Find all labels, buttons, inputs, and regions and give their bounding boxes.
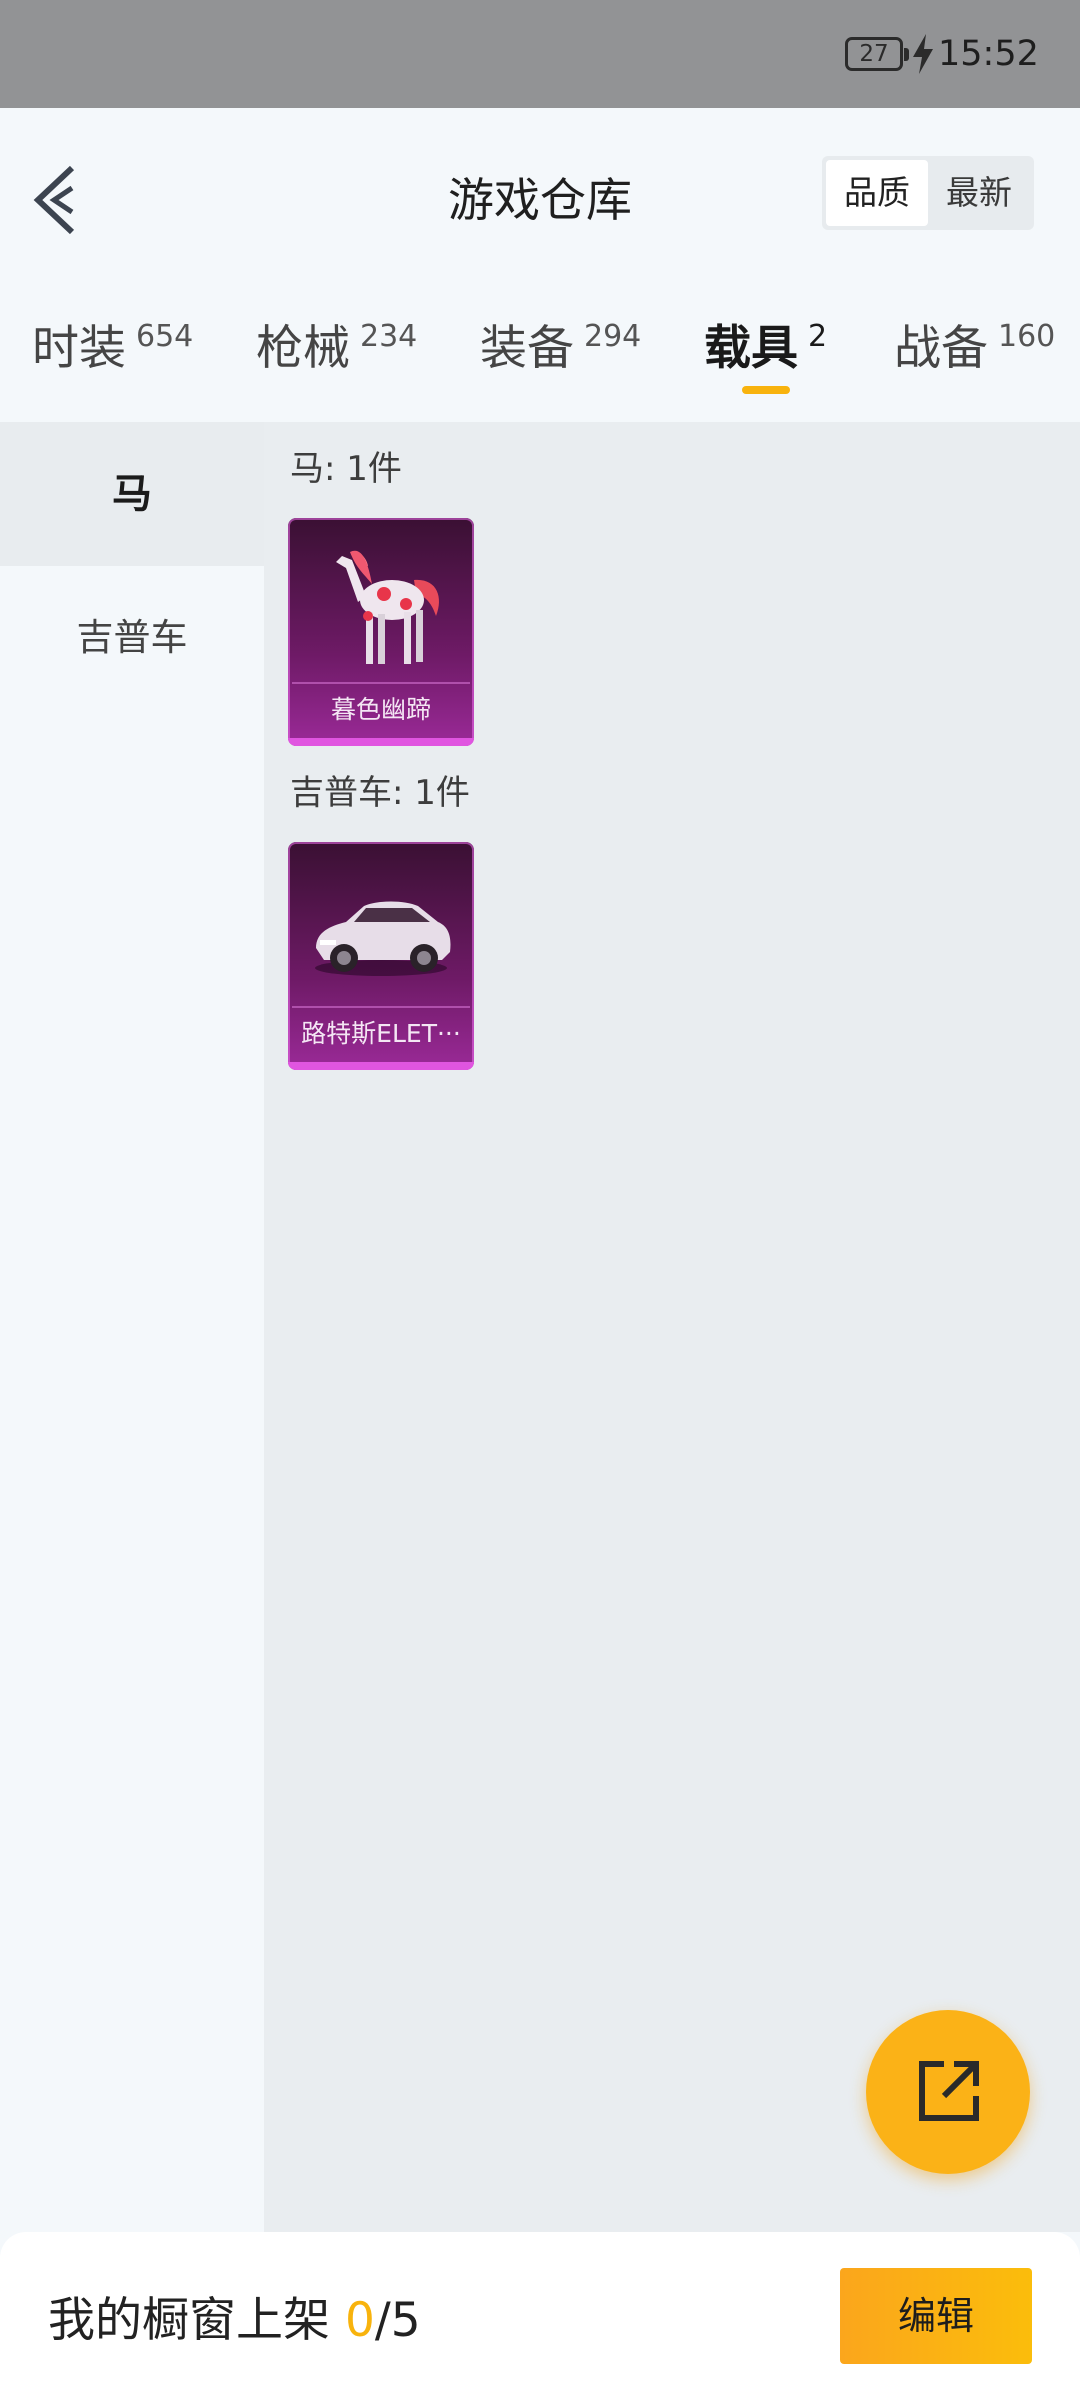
- tab-equipment[interactable]: 装备 294: [480, 304, 641, 394]
- charging-icon: [913, 34, 933, 74]
- sub-category-sidebar: 马 吉普车: [0, 422, 264, 2232]
- item-list: 马: 1件 暮色幽蹄 吉普车: 1件 路特斯ELET···: [264, 422, 1080, 2232]
- sidebar-item-horse[interactable]: 马: [0, 422, 264, 566]
- active-tab-indicator: [742, 386, 790, 394]
- showcase-bar: 我的橱窗上架 0/5 编辑: [0, 2232, 1080, 2400]
- tab-count: 234: [360, 319, 418, 354]
- card-divider: [292, 1006, 470, 1008]
- sort-toggle: 品质 最新: [822, 156, 1034, 230]
- tab-label: 枪械: [256, 321, 350, 376]
- status-bar: 27 15:52: [0, 0, 1080, 108]
- tab-fashion[interactable]: 时装 654: [32, 304, 193, 394]
- tab-count: 294: [584, 319, 642, 354]
- tab-count: 160: [998, 319, 1056, 354]
- showcase-label: 我的橱窗上架: [48, 2293, 330, 2348]
- tab-label: 时装: [32, 321, 126, 376]
- tab-label: 装备: [480, 321, 574, 376]
- card-divider: [292, 682, 470, 684]
- share-button[interactable]: [866, 2010, 1030, 2174]
- rarity-bar: [288, 1062, 474, 1070]
- tab-count: 2: [808, 319, 828, 354]
- battery-level: 27: [859, 41, 889, 67]
- rarity-bar: [288, 738, 474, 746]
- item-card-car[interactable]: 路特斯ELET···: [288, 842, 474, 1070]
- showcase-used-count: 0: [344, 2293, 375, 2348]
- horse-icon: [336, 550, 440, 664]
- car-icon: [315, 901, 451, 976]
- header: 游戏仓库 品质 最新 时装 654 枪械 234 装备 294 载具 2 战备 160: [0, 108, 1080, 420]
- sidebar-item-jeep[interactable]: 吉普车: [0, 566, 264, 710]
- tab-supplies[interactable]: 战备 160: [894, 304, 1055, 394]
- tab-vehicles[interactable]: 载具 2: [704, 304, 827, 394]
- section-title-jeep: 吉普车: 1件: [290, 773, 470, 813]
- showcase-status: 我的橱窗上架 0/5: [48, 2286, 421, 2356]
- item-name: 路特斯ELET···: [301, 1019, 461, 1048]
- section-title-horse: 马: 1件: [290, 449, 402, 489]
- item-name: 暮色幽蹄: [330, 695, 431, 724]
- edit-button[interactable]: 编辑: [840, 2268, 1032, 2364]
- tab-guns[interactable]: 枪械 234: [256, 304, 417, 394]
- sort-newest-option[interactable]: 最新: [928, 160, 1030, 226]
- battery-icon: 27: [845, 37, 909, 71]
- category-tabs: 时装 654 枪械 234 装备 294 载具 2 战备 160: [0, 304, 1080, 400]
- tab-count: 654: [136, 319, 194, 354]
- tab-label: 战备: [894, 321, 988, 376]
- tab-label: 载具: [704, 321, 798, 376]
- share-icon: [919, 2061, 979, 2121]
- status-time: 15:52: [938, 34, 1039, 74]
- sort-quality-option[interactable]: 品质: [826, 160, 928, 226]
- item-card-horse[interactable]: 暮色幽蹄: [288, 518, 474, 746]
- showcase-total-count: /5: [374, 2293, 421, 2348]
